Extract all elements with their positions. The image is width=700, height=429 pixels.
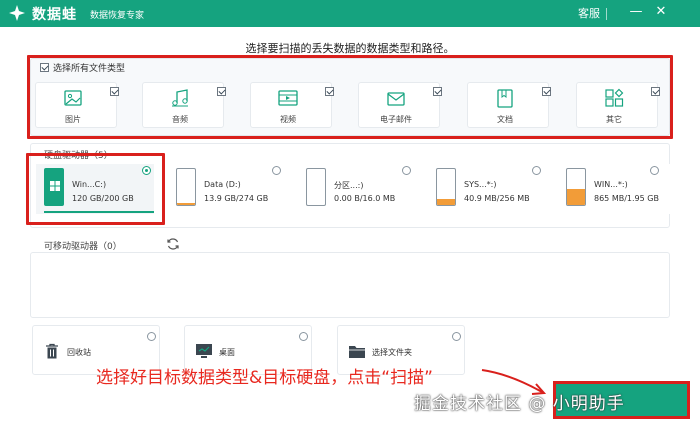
drive-fill [567,189,585,205]
drive-item[interactable]: Data (D:) 13.9 GB/274 GB [168,164,286,214]
drive-item[interactable]: SYS...*:) 40.9 MB/256 MB [428,164,546,214]
close-icon[interactable]: ✕ [652,3,670,21]
drive-name: 分区...:) [334,181,364,190]
hard-drive-icon [306,168,326,206]
drive-size: 865 MB/1.95 GB [594,194,659,203]
desktop-icon [196,344,212,358]
drive-name: SYS...*:) [464,180,497,189]
drive-radio[interactable] [650,166,659,175]
drive-fill [177,203,195,205]
support-button[interactable]: 客服 [578,5,600,21]
divider [606,8,607,20]
removable-drives-title: 可移动驱动器（0） [44,242,122,252]
hard-drive-icon [436,168,456,206]
trash-icon [46,343,58,359]
drive-size: 0.00 B/16.0 MB [334,194,396,203]
highlight-drive [26,153,165,225]
location-radio[interactable] [452,332,461,341]
hard-drive-icon [566,168,586,206]
drive-radio[interactable] [532,166,541,175]
drive-size: 13.9 GB/274 GB [204,194,269,203]
page-heading: 选择要扫描的丢失数据的数据类型和路径。 [245,42,455,55]
app-subtitle: 数据恢复专家 [90,11,145,21]
removable-drives-panel [30,252,670,318]
highlight-file-types [27,55,673,139]
location-radio[interactable] [299,332,308,341]
drive-size: 40.9 MB/256 MB [464,194,530,203]
title-bar: 数据蛙 数据恢复专家 客服 — ✕ [0,0,700,27]
drive-radio[interactable] [402,166,411,175]
drive-radio[interactable] [272,166,281,175]
drive-item[interactable]: WIN...*:) 865 MB/1.95 GB [558,164,676,214]
hard-drive-icon [176,168,196,206]
location-radio[interactable] [147,332,156,341]
folder-icon [349,346,365,358]
drive-item[interactable]: 分区...:) 0.00 B/16.0 MB [298,164,416,214]
logo-icon [9,5,25,21]
app-name: 数据蛙 [32,7,77,23]
refresh-icon[interactable] [166,237,180,251]
annotation-text: 选择好目标数据类型&目标硬盘，点击“扫描” [96,368,433,388]
location-label: 桌面 [219,348,235,357]
minimize-icon[interactable]: — [627,3,645,21]
watermark: 掘金技术社区 @ 小明助手 [414,394,625,414]
location-label: 回收站 [67,348,91,357]
drive-name: Data (D:) [204,180,241,189]
drive-fill [437,199,455,205]
location-label: 选择文件夹 [372,348,412,357]
drive-name: WIN...*:) [594,180,628,189]
